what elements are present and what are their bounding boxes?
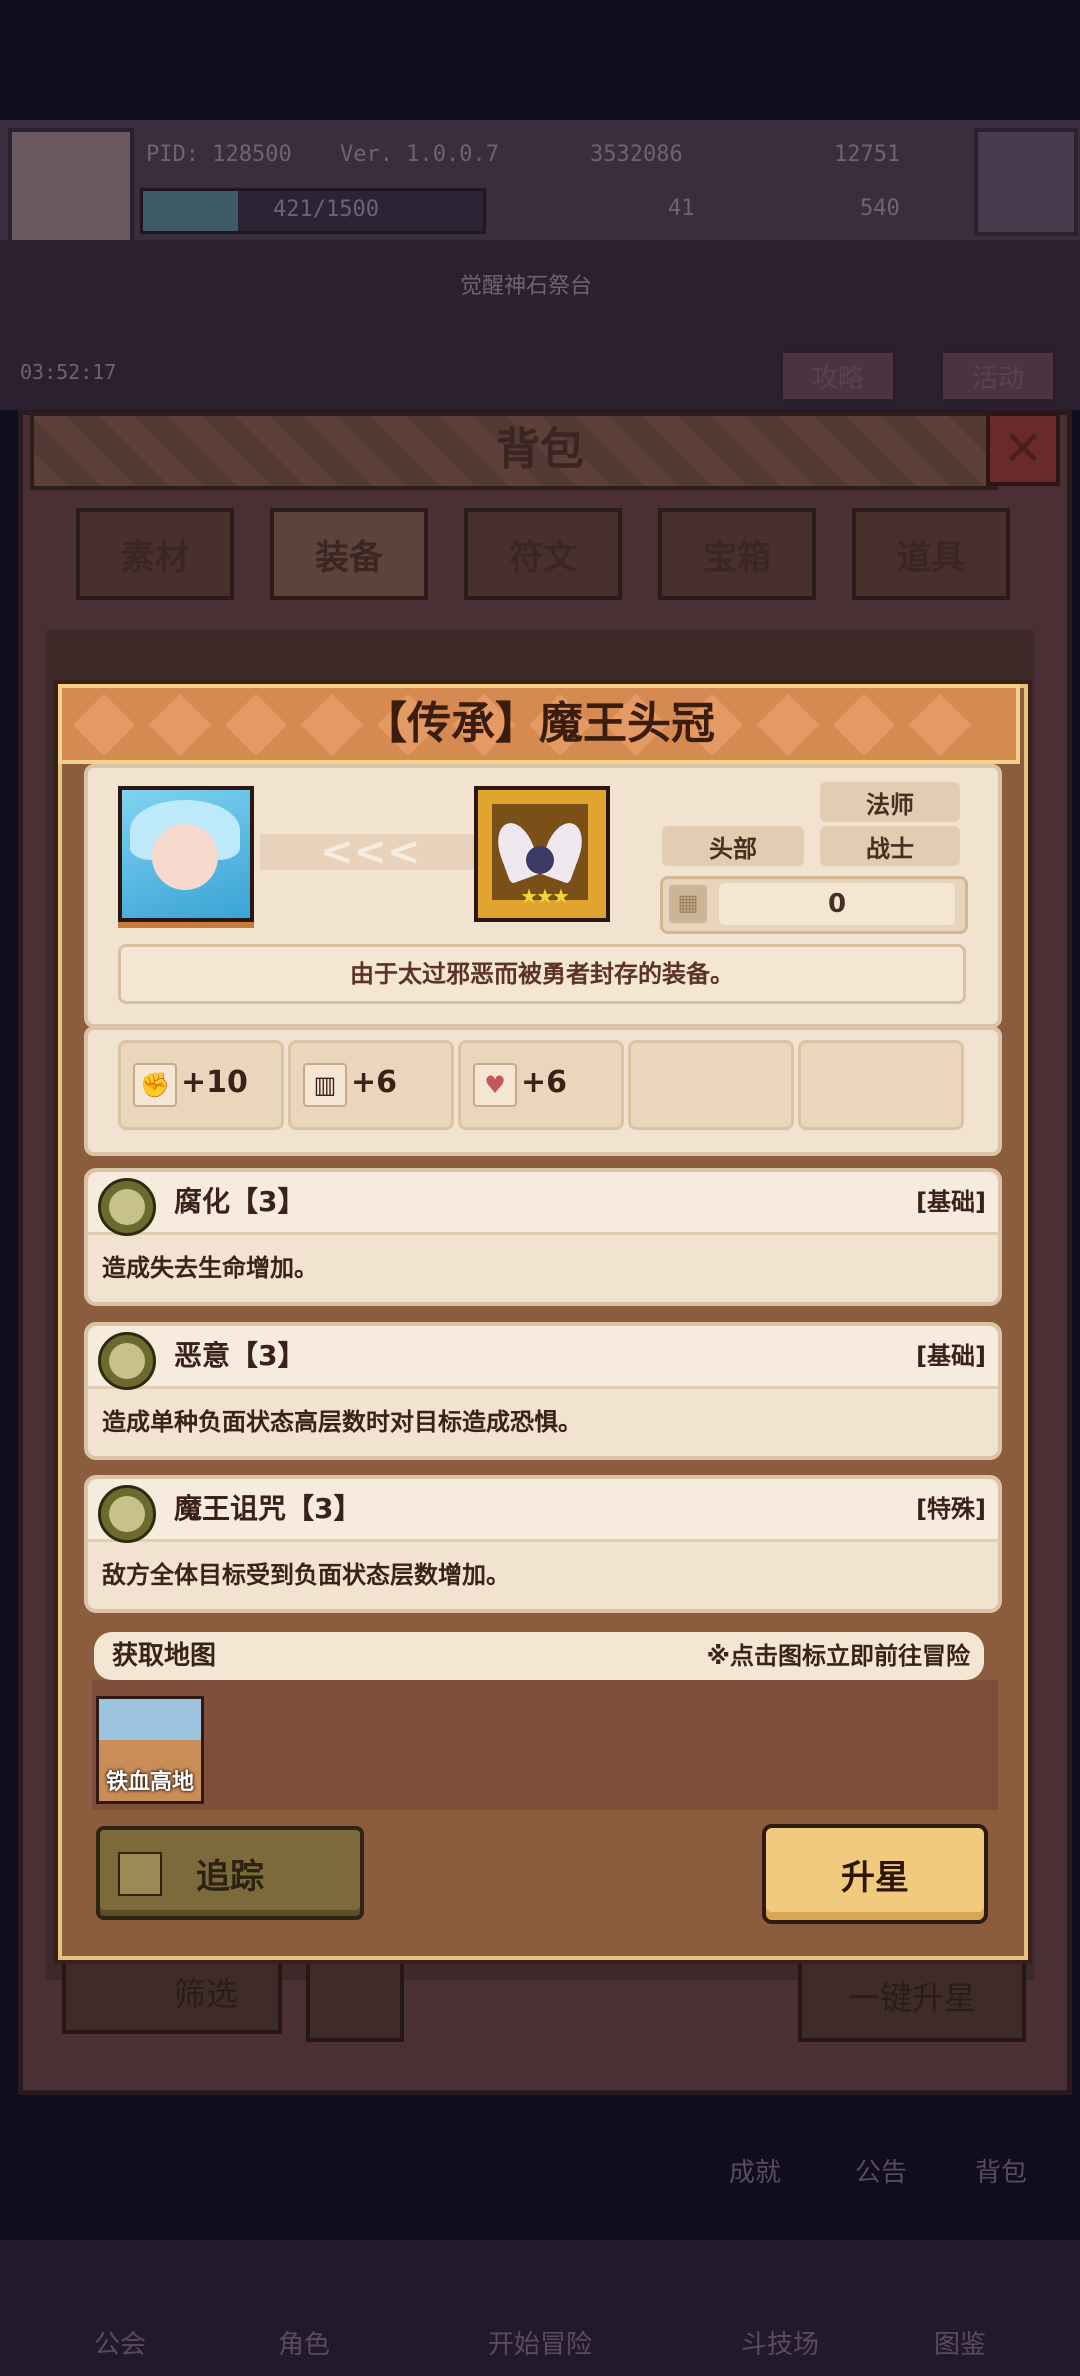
nav-character[interactable]: 角色 [244, 2324, 364, 2361]
key-count: 540 [860, 196, 900, 221]
track-button[interactable]: 追踪 [96, 1826, 364, 1920]
map-hint: ※点击图标立即前往冒险 [706, 1642, 970, 1670]
skill-card: 腐化【3】 [基础] 造成失去生命增加。 [84, 1168, 1002, 1306]
background-room [0, 240, 1080, 410]
item-title: 【传承】魔王头冠 [363, 698, 715, 749]
skill-description: 造成单种负面状态高层数时对目标造成恐惧。 [102, 1408, 582, 1436]
stat-value: +6 [351, 1065, 398, 1100]
stat-slot-attack: ✊ +10 [118, 1040, 284, 1130]
energy-count: 421/1500 [273, 197, 379, 222]
class-tag-warrior: 战士 [820, 826, 960, 866]
nav-arena[interactable]: 斗技场 [720, 2324, 840, 2361]
malice-skill-icon [98, 1332, 156, 1390]
power-row: ▦ 0 [660, 876, 968, 934]
version-label: Ver. 1.0.0.7 [340, 142, 499, 167]
nav-start-adventure[interactable]: 开始冒险 [440, 2324, 640, 2361]
crown-item-icon: ★★★ [474, 786, 610, 922]
character-portrait[interactable] [118, 786, 254, 922]
player-id: PID: 128500 [146, 142, 292, 167]
skill-type: [基础] [916, 1342, 986, 1370]
fist-icon: ✊ [133, 1063, 177, 1107]
upgrade-star-button[interactable]: 升星 [762, 1824, 988, 1924]
skill-description: 敌方全体目标受到负面状态层数增加。 [102, 1561, 510, 1589]
moon-skill-icon [98, 1485, 156, 1543]
stat-slot-empty [628, 1040, 794, 1130]
tab-materials[interactable]: 素材 [76, 508, 234, 600]
backpack-nav-button[interactable]: 背包 [946, 2152, 1056, 2189]
refresh-icon[interactable] [306, 1950, 404, 2042]
gold-count: 3532086 [590, 142, 683, 167]
event-button[interactable]: 活动 [940, 350, 1056, 402]
clover-count: 41 [668, 196, 695, 221]
map-list [92, 1680, 998, 1810]
skill-description: 造成失去生命增加。 [102, 1254, 318, 1282]
stat-value: +10 [181, 1065, 248, 1100]
room-label: 觉醒神石祭台 [460, 274, 593, 299]
event-timer: 03:52:17 [20, 360, 117, 384]
filter-button[interactable]: 筛选 [62, 1950, 282, 2034]
skill-type: [基础] [916, 1188, 986, 1216]
map-name: 铁血高地 [105, 1770, 194, 1795]
notice-button[interactable]: 公告 [826, 2152, 936, 2189]
energy-bar-fill [143, 191, 239, 231]
nav-codex[interactable]: 图鉴 [900, 2324, 1020, 2361]
player-avatar[interactable] [8, 128, 134, 246]
skill-name: 腐化【3】 [174, 1185, 306, 1218]
stat-slot-empty [798, 1040, 964, 1130]
tab-equipment[interactable]: 装备 [270, 508, 428, 600]
power-value: 0 [719, 883, 955, 925]
map-section-header: 获取地图 ※点击图标立即前往冒险 [94, 1632, 984, 1680]
skill-name: 恶意【3】 [174, 1339, 306, 1372]
equip-arrow-icon: <<< [260, 832, 480, 872]
corruption-skill-icon [98, 1178, 156, 1236]
skill-name: 魔王诅咒【3】 [174, 1492, 362, 1525]
achievement-button[interactable]: 成就 [700, 2152, 810, 2189]
energy-bar: 421/1500 [140, 188, 486, 234]
tab-runes[interactable]: 符文 [464, 508, 622, 600]
map-section-title: 获取地图 [112, 1641, 217, 1671]
skill-card: 恶意【3】 [基础] 造成单种负面状态高层数时对目标造成恐惧。 [84, 1322, 1002, 1460]
guide-button[interactable]: 攻略 [780, 350, 896, 402]
close-icon[interactable]: ✕ [986, 412, 1060, 486]
thumb-icon [118, 1852, 162, 1896]
stat-slot-health: ♥ +6 [458, 1040, 624, 1130]
tab-items[interactable]: 道具 [852, 508, 1010, 600]
skill-card: 魔王诅咒【3】 [特殊] 敌方全体目标受到负面状态层数增加。 [84, 1475, 1002, 1613]
skill-type: [特殊] [916, 1495, 986, 1523]
gem-count: 12751 [834, 142, 901, 167]
one-key-upgrade-button[interactable]: 一键升星 [798, 1950, 1026, 2042]
class-tag-mage: 法师 [820, 782, 960, 822]
stat-value: +6 [521, 1065, 568, 1100]
settings-gear-icon[interactable] [974, 128, 1078, 236]
nav-guild[interactable]: 公会 [60, 2324, 180, 2361]
slot-tag: 头部 [662, 826, 804, 866]
heart-icon: ♥ [473, 1063, 517, 1107]
grid-icon: ▦ [669, 885, 707, 923]
star-rating: ★★★ [520, 884, 570, 908]
track-label: 追踪 [196, 1856, 264, 1897]
book-icon: ▥ [303, 1063, 347, 1107]
backpack-title: 背包 [496, 424, 584, 475]
item-description: 由于太过邪恶而被勇者封存的装备。 [118, 944, 966, 1004]
tab-chests[interactable]: 宝箱 [658, 508, 816, 600]
stat-slot-magic: ▥ +6 [288, 1040, 454, 1130]
